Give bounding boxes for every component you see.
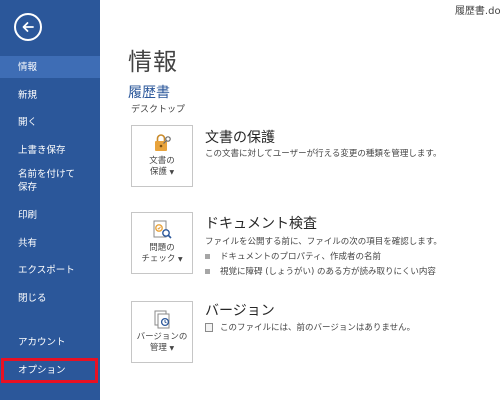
bullet-square-icon: [205, 253, 210, 259]
tile-label-line1: 文書の: [149, 156, 175, 166]
tile-label-line1: 問題の: [149, 243, 175, 253]
inspect-bullet-accessibility: 視覚に障碍 (しょうがい) のある方が読み取りにくい内容: [205, 265, 436, 277]
sidebar-item-label: 開く: [18, 116, 38, 128]
backstage-view: 情報 新規 開く 上書き保存 名前を付けて保存 印刷 共有 エクスポート 閉じる…: [0, 0, 500, 400]
sidebar-item-export[interactable]: エクスポート: [0, 259, 100, 281]
sidebar-item-share[interactable]: 共有: [0, 232, 100, 254]
sidebar-item-label: 閉じる: [18, 292, 47, 304]
inspect-document-icon: [153, 220, 172, 239]
manage-versions-button[interactable]: バージョンの 管理 ▼: [131, 301, 193, 363]
sidebar-item-label: 印刷: [18, 209, 38, 221]
versions-description: このファイルには、前のバージョンはありません。: [220, 323, 416, 333]
tile-label: 問題の チェック ▼: [141, 243, 182, 265]
window-title: 履歴書.docx: [454, 6, 500, 17]
sidebar-item-info[interactable]: 情報: [0, 56, 100, 78]
lock-key-icon: [155, 134, 171, 151]
bullet-text: ドキュメントのプロパティ、作成者の名前: [220, 252, 381, 262]
caret-down-icon: ▼: [169, 169, 175, 176]
sidebar-item-label: エクスポート: [18, 264, 75, 276]
tile-label-line1: バージョンの: [136, 332, 188, 342]
versions-title: バージョン: [205, 303, 275, 319]
sidebar-item-label: 情報: [18, 61, 38, 73]
sidebar-item-label: 新規: [18, 89, 38, 101]
inspect-document-title: ドキュメント検査: [205, 216, 317, 232]
sidebar-item-label: オプション: [18, 365, 66, 376]
document-location: デスクトップ: [131, 105, 186, 115]
inspect-bullet-properties: ドキュメントのプロパティ、作成者の名前: [205, 250, 381, 262]
back-arrow-icon: [22, 22, 34, 32]
protect-document-title: 文書の保護: [205, 130, 275, 146]
sidebar-item-account[interactable]: アカウント: [0, 331, 100, 353]
tile-label-line2: 保護: [149, 167, 167, 177]
sidebar-item-options[interactable]: オプション: [0, 359, 100, 382]
tile-label-line2: チェック: [141, 254, 176, 264]
sidebar-item-label: 名前を付けて保存: [18, 169, 76, 193]
page-title: 情報: [128, 48, 178, 76]
sidebar-item-print[interactable]: 印刷: [0, 204, 100, 226]
sidebar-item-close[interactable]: 閉じる: [0, 287, 100, 309]
inspect-document-description: ファイルを公開する前に、ファイルの次の項目を確認します。: [205, 237, 442, 247]
version-history-icon: [154, 310, 170, 329]
tile-label: 文書の 保護 ▼: [149, 156, 175, 178]
bullet-square-icon: [205, 268, 210, 274]
sidebar-item-save-as[interactable]: 名前を付けて保存: [0, 166, 100, 196]
backstage-sidebar: 情報 新規 開く 上書き保存 名前を付けて保存 印刷 共有 エクスポート 閉じる…: [0, 0, 100, 400]
document-name: 履歴書: [128, 85, 170, 101]
tile-label-line2: 管理: [149, 343, 167, 353]
protect-document-description: この文書に対してユーザーが行える変更の種類を管理します。: [205, 149, 442, 159]
caret-down-icon: ▼: [169, 345, 175, 352]
sidebar-item-label: 共有: [18, 237, 38, 249]
bullet-text: 視覚に障碍 (しょうがい) のある方が読み取りにくい内容: [220, 267, 436, 277]
sidebar-item-new[interactable]: 新規: [0, 84, 100, 106]
sidebar-item-label: アカウント: [18, 336, 66, 348]
check-for-issues-button[interactable]: 問題の チェック ▼: [131, 212, 193, 274]
protect-document-button[interactable]: 文書の 保護 ▼: [131, 125, 193, 187]
sidebar-item-save[interactable]: 上書き保存: [0, 139, 100, 161]
version-document-icon: [205, 322, 213, 332]
sidebar-item-label: 上書き保存: [18, 144, 66, 156]
back-button[interactable]: [14, 13, 42, 41]
versions-description-row: このファイルには、前のバージョンはありません。: [205, 321, 415, 333]
tile-label: バージョンの 管理 ▼: [137, 332, 188, 354]
sidebar-item-open[interactable]: 開く: [0, 111, 100, 133]
caret-down-icon: ▼: [178, 256, 183, 263]
